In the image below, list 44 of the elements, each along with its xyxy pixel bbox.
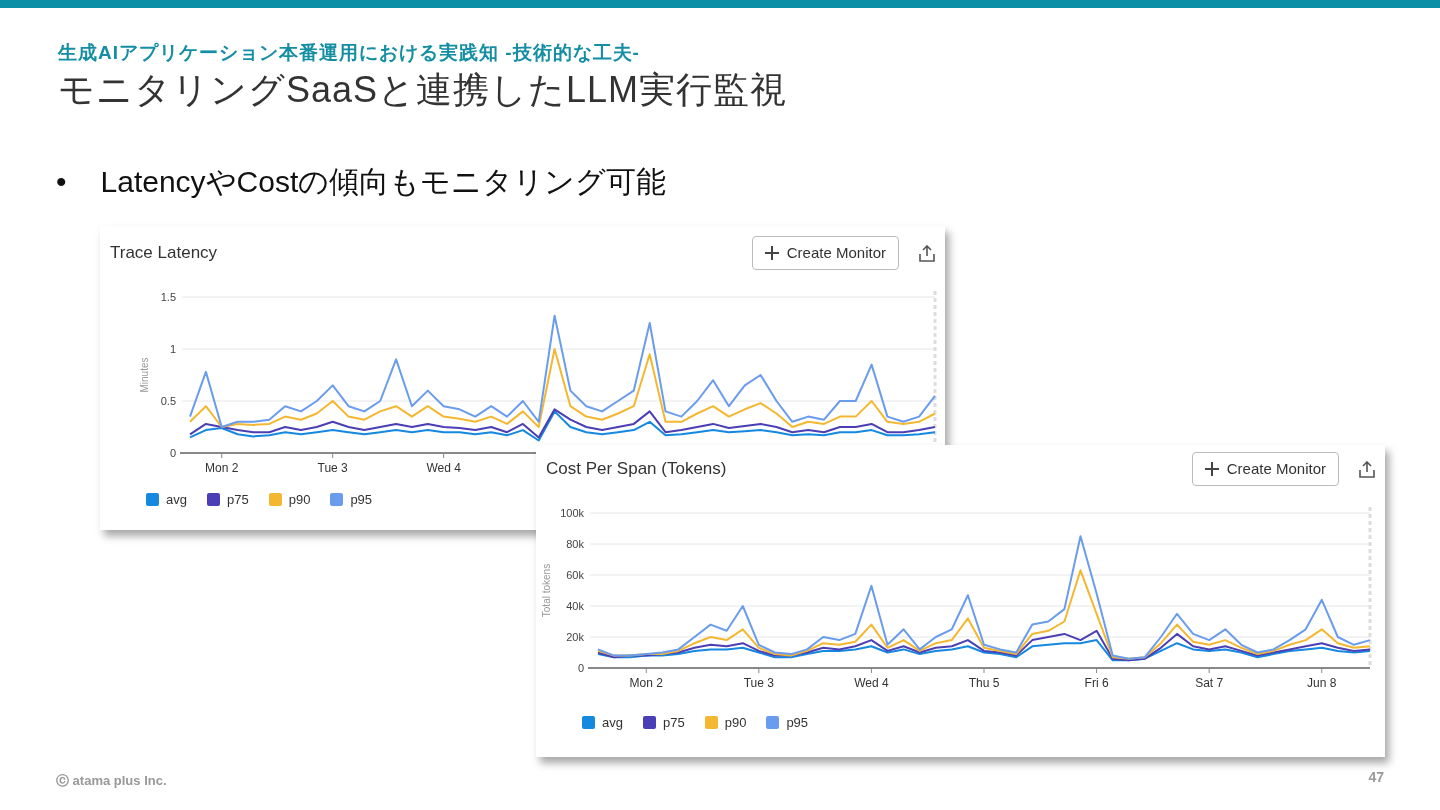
x-tick-label: Mon 2 (205, 461, 239, 475)
share-icon[interactable] (919, 244, 935, 262)
x-tick-label: Tue 3 (743, 676, 774, 690)
y-tick-label: 0 (169, 447, 176, 459)
x-tick-label: Thu 5 (968, 676, 1000, 690)
y-tick-label: 80k (566, 538, 584, 550)
panel-title: Cost Per Span (Tokens) (546, 458, 728, 481)
y-tick-label: 40k (566, 600, 584, 612)
plus-icon (764, 246, 779, 260)
legend-label: p95 (786, 715, 809, 730)
legend-label: avg (602, 715, 623, 730)
legend-label: p95 (350, 492, 373, 507)
x-tick-label: Sat 7 (1195, 676, 1224, 690)
legend-label: p90 (724, 715, 747, 730)
bullet-icon: • (56, 163, 67, 200)
x-tick-label: Wed 4 (854, 676, 889, 690)
plus-icon (1204, 462, 1219, 476)
panel-title: Trace Latency (110, 242, 219, 265)
x-tick-label: Tue 3 (317, 461, 348, 475)
x-tick-label: Jun 8 (1307, 676, 1337, 690)
bullet-text: LatencyやCostの傾向もモニタリング可能 (100, 163, 667, 200)
y-axis-label: Total tokens (541, 563, 552, 618)
y-axis-label: Minutes (139, 357, 150, 393)
section-title: 生成AIアプリケーション本番運用における実践知 -技術的な工夫- (58, 42, 641, 65)
x-tick-label: Fri 6 (1084, 676, 1109, 690)
copyright-text: ⓒ atama plus Inc. (56, 771, 167, 790)
page-number: 47 (1368, 768, 1384, 787)
y-tick-label: 0 (577, 662, 584, 674)
legend-label: avg (166, 492, 187, 507)
legend-label: p75 (226, 492, 249, 507)
y-tick-label: 1 (169, 343, 176, 355)
y-tick-label: 100k (560, 507, 584, 519)
x-tick-label: Mon 2 (629, 676, 663, 690)
y-tick-label: 60k (566, 569, 584, 581)
legend-label: p90 (288, 492, 311, 507)
create-monitor-button[interactable]: Create Monitor (1191, 451, 1339, 487)
y-tick-label: 20k (566, 631, 584, 643)
x-tick-label: Wed 4 (426, 461, 461, 475)
y-tick-label: 0.5 (160, 395, 176, 407)
create-monitor-button[interactable]: Create Monitor (751, 235, 899, 271)
share-icon[interactable] (1359, 460, 1375, 478)
legend-label: p75 (662, 715, 685, 730)
slide-title: モニタリングSaaSと連携したLLM実行監視 (58, 67, 789, 112)
y-tick-label: 1.5 (160, 291, 176, 303)
